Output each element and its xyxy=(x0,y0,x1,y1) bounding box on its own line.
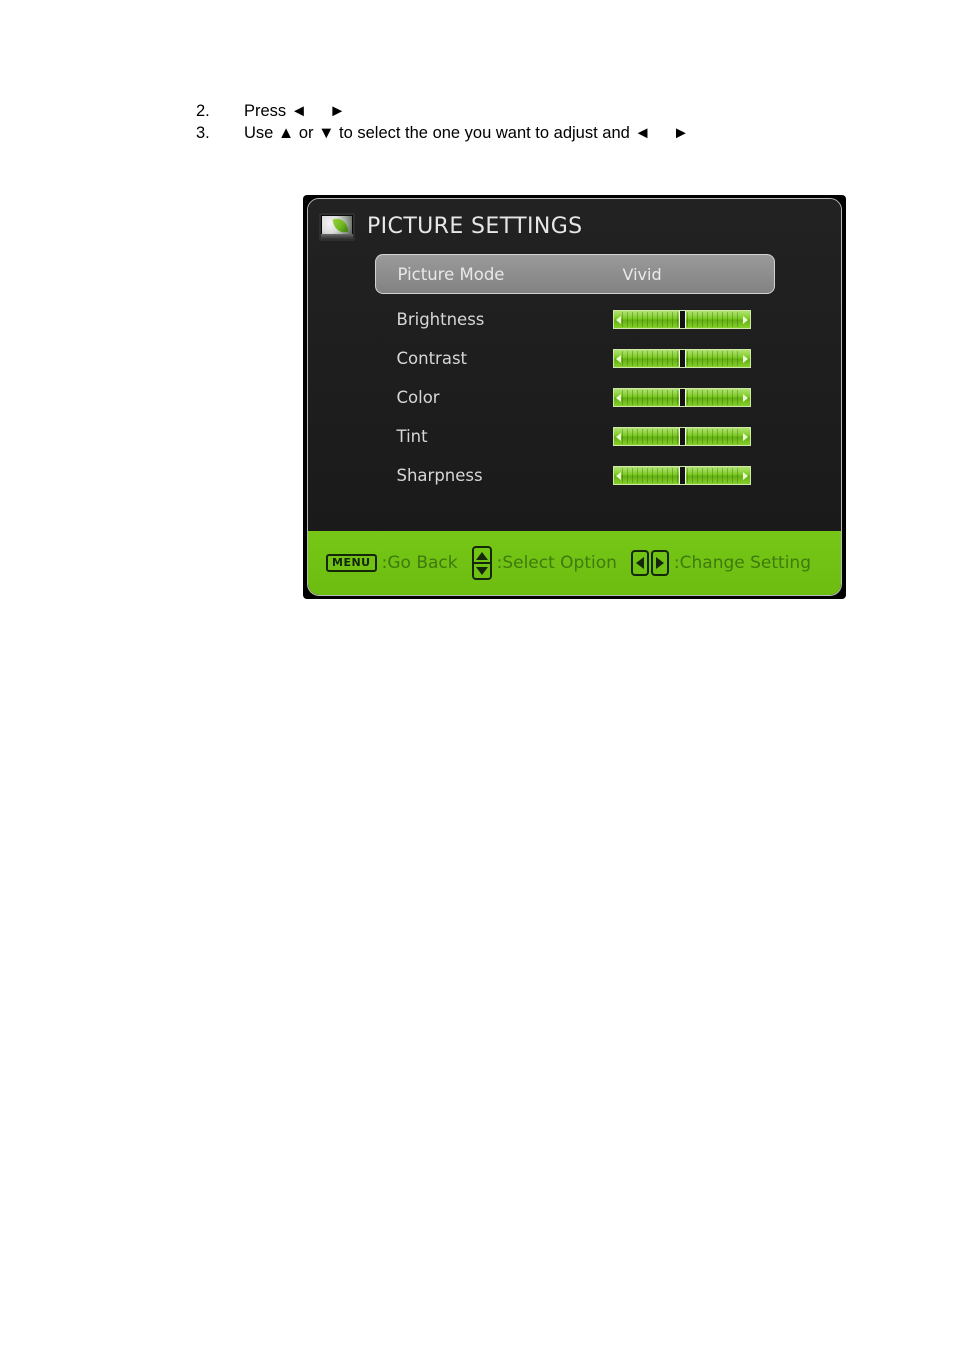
tv-leaf-icon xyxy=(319,212,355,241)
osd-footer-hints: MENU :Go Back :Select Option :Change Set… xyxy=(308,531,841,595)
right-key-icon[interactable] xyxy=(650,550,669,576)
slider-right-arrow-icon[interactable] xyxy=(742,315,748,324)
hint-label: :Change Setting xyxy=(673,553,811,573)
settings-row-label: Contrast xyxy=(396,349,468,368)
down-arrow-icon xyxy=(475,566,488,575)
instruction-text-before: Press xyxy=(244,102,291,120)
instruction-item: 2. Press ◄ ► xyxy=(196,100,816,122)
up-arrow-icon xyxy=(475,551,488,560)
tv-stand-shape xyxy=(321,233,353,239)
right-arrow-icon: ► xyxy=(329,102,346,120)
sharpness-slider[interactable] xyxy=(612,466,751,485)
osd-menu-frame: PICTURE SETTINGS Picture Mode Vivid Brig… xyxy=(303,195,846,599)
settings-row-color[interactable]: Color xyxy=(375,378,775,417)
settings-row-list: Picture Mode Vivid Brightness Contrast C… xyxy=(308,254,841,495)
slider-right-arrow-icon[interactable] xyxy=(742,471,748,480)
right-arrow-icon xyxy=(655,557,664,569)
slider-thumb[interactable] xyxy=(678,428,686,445)
settings-row-label: Picture Mode xyxy=(397,264,505,284)
osd-menu-body: PICTURE SETTINGS Picture Mode Vivid Brig… xyxy=(308,199,841,533)
tint-slider[interactable] xyxy=(612,427,751,446)
slider-right-arrow-icon[interactable] xyxy=(742,432,748,441)
instruction-item: 3. Use ▲ or ▼ to select the one you want… xyxy=(196,122,816,144)
settings-row-label: Tint xyxy=(396,427,428,446)
instruction-list: 2. Press ◄ ► 3. Use ▲ or ▼ to select the … xyxy=(196,100,816,144)
left-arrow-icon: ◄ xyxy=(290,102,308,120)
right-arrow-icon: ► xyxy=(672,124,690,142)
hint-select-option: :Select Option xyxy=(471,546,617,580)
settings-row-label: Color xyxy=(396,388,440,407)
instruction-text-before: Use ▲ or ▼ to select the one you want to… xyxy=(244,124,635,142)
brightness-slider[interactable] xyxy=(612,310,751,329)
settings-row-tint[interactable]: Tint xyxy=(375,417,775,456)
instruction-number: 2. xyxy=(196,102,210,120)
settings-row-contrast[interactable]: Contrast xyxy=(375,339,775,378)
osd-menu-panel: PICTURE SETTINGS Picture Mode Vivid Brig… xyxy=(307,198,842,596)
left-key-icon[interactable] xyxy=(630,550,649,576)
hint-change-setting: :Change Setting xyxy=(630,550,811,576)
settings-row-label: Brightness xyxy=(396,310,485,329)
instruction-text: Use ▲ or ▼ to select the one you want to… xyxy=(244,122,816,144)
slider-right-arrow-icon[interactable] xyxy=(742,354,748,363)
contrast-slider[interactable] xyxy=(612,349,751,368)
settings-row-sharpness[interactable]: Sharpness xyxy=(375,456,775,495)
hint-label: :Go Back xyxy=(381,553,458,573)
slider-left-arrow-icon[interactable] xyxy=(615,315,621,324)
settings-row-label: Sharpness xyxy=(396,466,483,485)
instruction-text: Press ◄ ► xyxy=(244,100,816,122)
slider-thumb[interactable] xyxy=(678,311,686,328)
slider-thumb[interactable] xyxy=(678,467,686,484)
slider-thumb[interactable] xyxy=(678,350,686,367)
settings-row-picture-mode[interactable]: Picture Mode Vivid xyxy=(374,254,775,294)
leftright-key-icon[interactable] xyxy=(630,550,669,576)
slider-left-arrow-icon[interactable] xyxy=(615,354,621,363)
settings-row-value: Vivid xyxy=(622,264,662,284)
osd-title-bar: PICTURE SETTINGS xyxy=(308,199,841,254)
menu-key-icon[interactable]: MENU xyxy=(326,554,377,572)
color-slider[interactable] xyxy=(612,388,751,407)
instruction-number: 3. xyxy=(196,124,210,142)
slider-left-arrow-icon[interactable] xyxy=(615,471,621,480)
page-title: PICTURE SETTINGS xyxy=(367,214,583,239)
hint-label: :Select Option xyxy=(496,553,617,573)
hint-go-back: MENU :Go Back xyxy=(326,553,458,573)
slider-thumb[interactable] xyxy=(678,389,686,406)
settings-row-brightness[interactable]: Brightness xyxy=(375,300,775,339)
slider-right-arrow-icon[interactable] xyxy=(742,393,748,402)
slider-left-arrow-icon[interactable] xyxy=(615,432,621,441)
slider-left-arrow-icon[interactable] xyxy=(615,393,621,402)
left-arrow-icon xyxy=(635,557,644,569)
updown-key-icon[interactable] xyxy=(471,546,492,580)
left-arrow-icon: ◄ xyxy=(634,124,651,142)
